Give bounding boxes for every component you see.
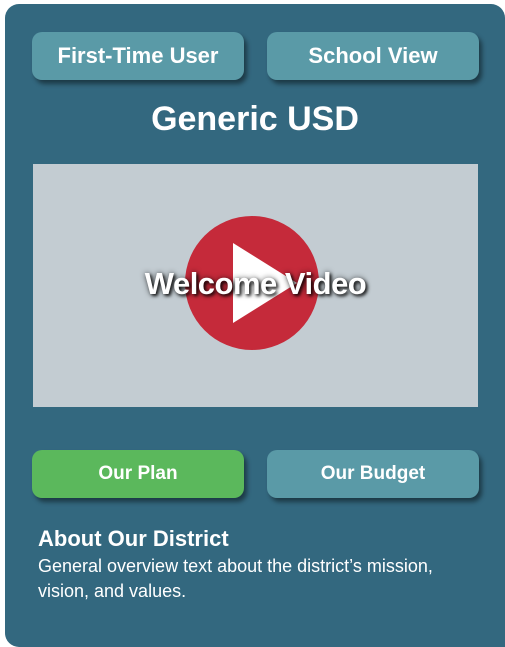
- our-budget-label: Our Budget: [320, 463, 426, 484]
- about-heading: About Our District: [38, 526, 229, 551]
- first-time-user-label: First-Time User: [57, 43, 219, 68]
- district-title: Generic USD: [151, 100, 359, 138]
- district-card: First-Time User School View Generic USD …: [5, 4, 505, 647]
- school-view-label: School View: [308, 43, 438, 68]
- school-view-button[interactable]: School View: [267, 32, 479, 80]
- our-plan-button[interactable]: Our Plan: [32, 450, 244, 498]
- our-plan-label: Our Plan: [98, 463, 178, 484]
- about-section: About Our District General overview text…: [38, 526, 478, 604]
- first-time-user-button[interactable]: First-Time User: [32, 32, 244, 80]
- our-budget-button[interactable]: Our Budget: [267, 450, 479, 498]
- video-label: Welcome Video: [144, 266, 367, 301]
- about-body: General overview text about the district…: [38, 556, 433, 601]
- welcome-video[interactable]: Welcome Video: [33, 164, 478, 407]
